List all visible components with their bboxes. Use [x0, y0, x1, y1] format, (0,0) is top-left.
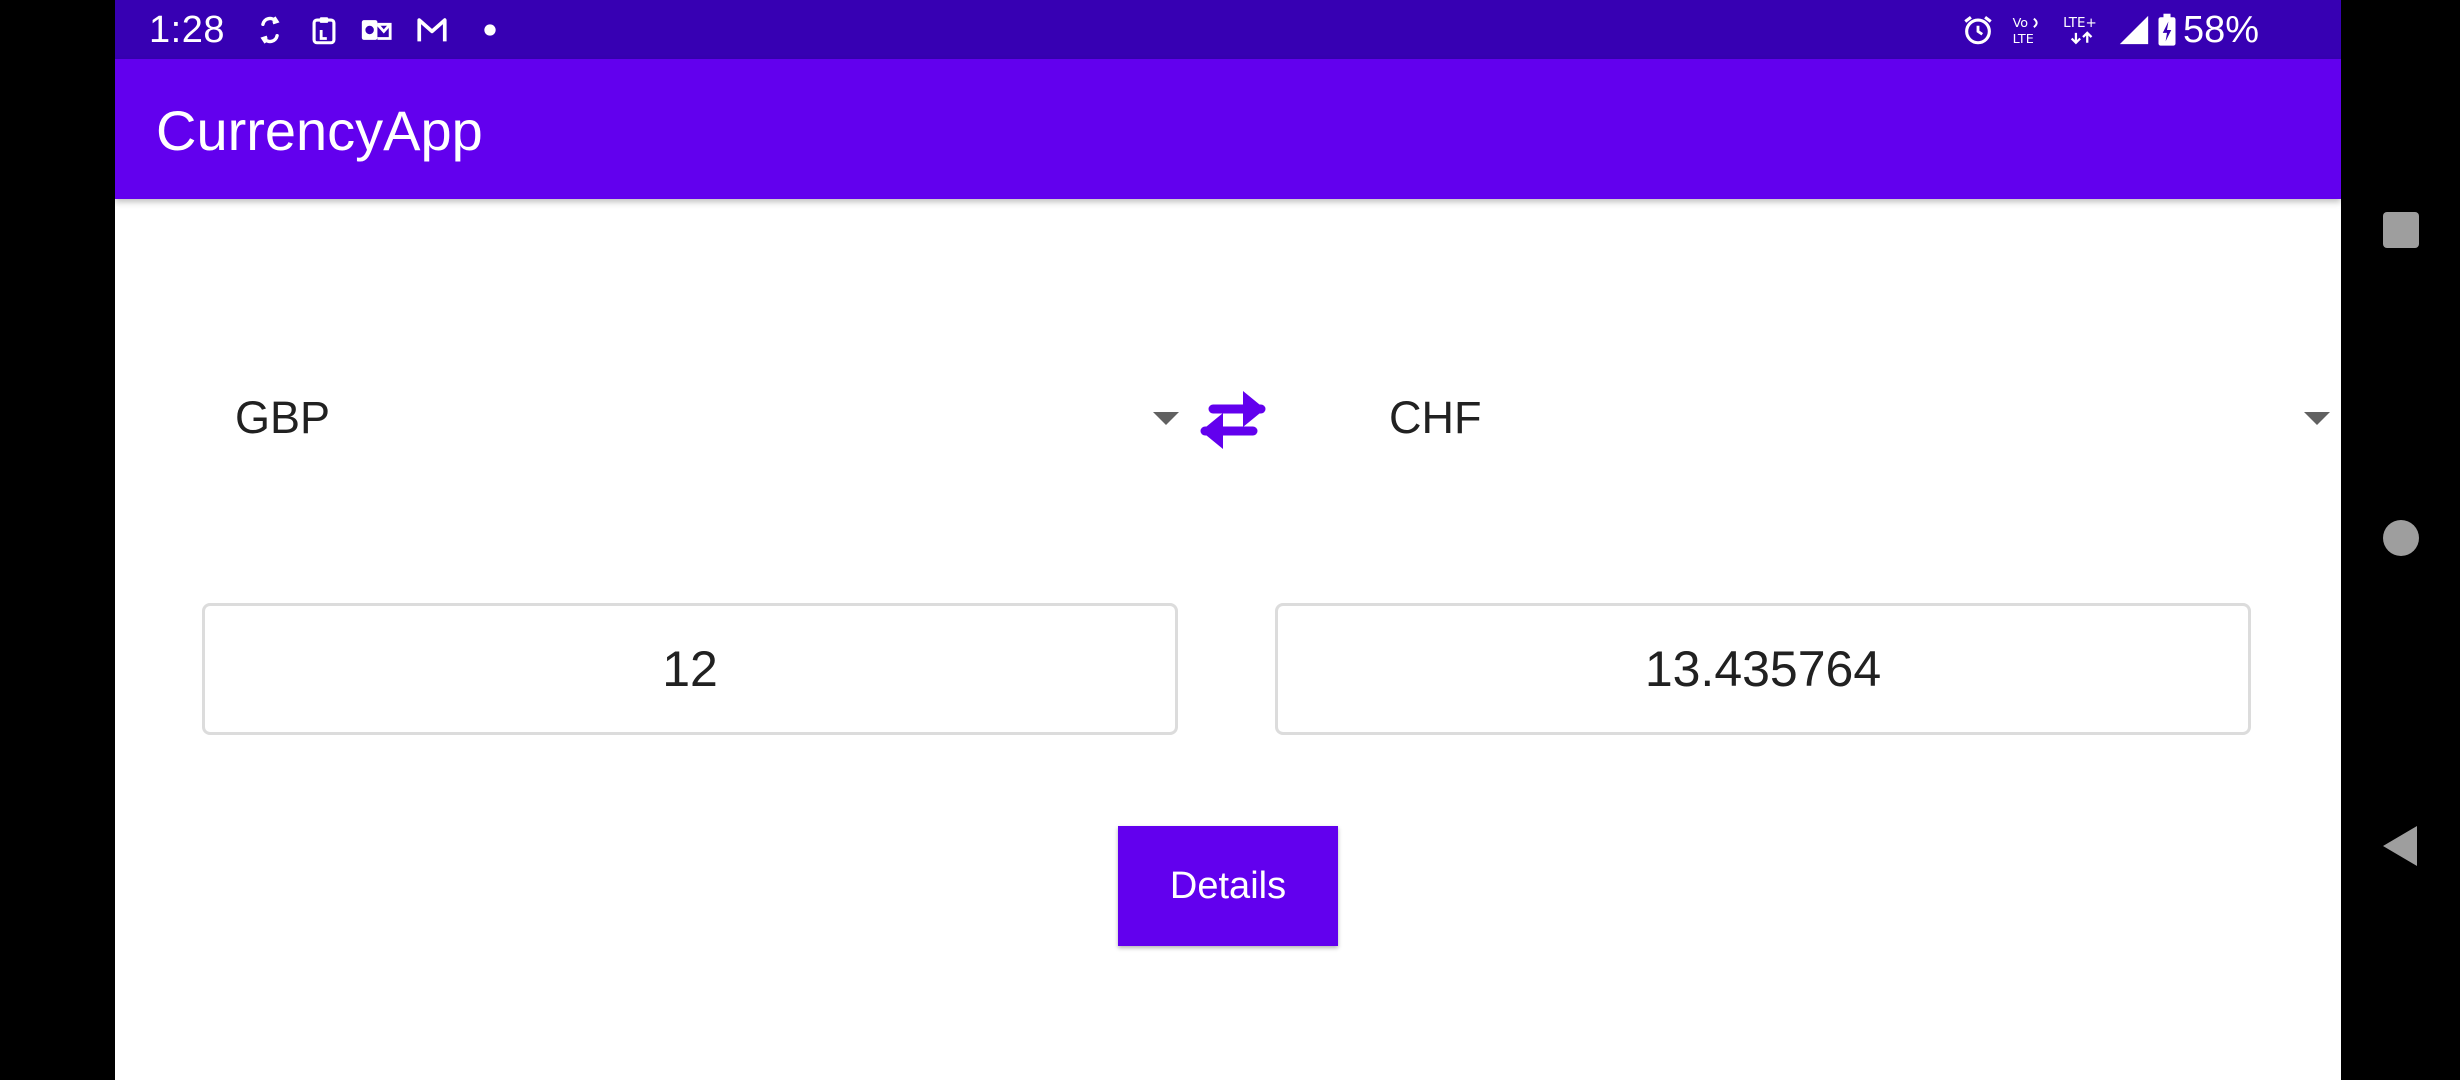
chevron-down-icon — [2304, 412, 2330, 425]
from-amount-input[interactable]: 12 — [202, 603, 1178, 735]
signal-icon — [2117, 13, 2151, 47]
dot-icon — [473, 13, 507, 47]
to-currency-label: CHF — [1389, 392, 1482, 443]
details-button[interactable]: Details — [1118, 826, 1338, 946]
svg-text:LTE: LTE — [2013, 32, 2034, 47]
sync-icon — [253, 13, 287, 47]
svg-text:LTE+: LTE+ — [2063, 16, 2097, 31]
navigation-bar — [2341, 0, 2460, 1080]
home-icon[interactable] — [2377, 514, 2425, 562]
alarm-icon — [1961, 13, 1995, 47]
battery-percentage: 58% — [2183, 9, 2260, 51]
gmail-icon — [415, 13, 449, 47]
swap-currencies-button[interactable] — [1193, 383, 1273, 453]
outlook-icon — [359, 13, 393, 47]
to-currency-spinner[interactable]: CHF — [1389, 368, 2339, 468]
app-screen: 1:28 Vo LTE LTE+ 58% CurrencyApp GBP CHF… — [115, 0, 2341, 1080]
lte-plus-icon: LTE+ — [2061, 13, 2105, 47]
swap-arrows-icon — [1200, 391, 1266, 449]
status-time: 1:28 — [149, 9, 225, 51]
chevron-down-icon — [1153, 412, 1179, 425]
battery-charging-icon — [2155, 13, 2179, 47]
status-bar: 1:28 Vo LTE LTE+ 58% — [115, 0, 2341, 59]
clipboard-icon — [307, 13, 341, 47]
app-title: CurrencyApp — [156, 99, 483, 162]
back-icon[interactable] — [2377, 822, 2425, 870]
to-amount-field[interactable]: 13.435764 — [1275, 603, 2251, 735]
from-currency-label: GBP — [235, 392, 331, 443]
recents-icon[interactable] — [2377, 206, 2425, 254]
svg-text:Vo: Vo — [2013, 16, 2029, 31]
from-currency-spinner[interactable]: GBP — [235, 368, 1185, 468]
app-bar: CurrencyApp — [115, 59, 2341, 199]
volte-icon: Vo LTE — [2011, 13, 2051, 47]
